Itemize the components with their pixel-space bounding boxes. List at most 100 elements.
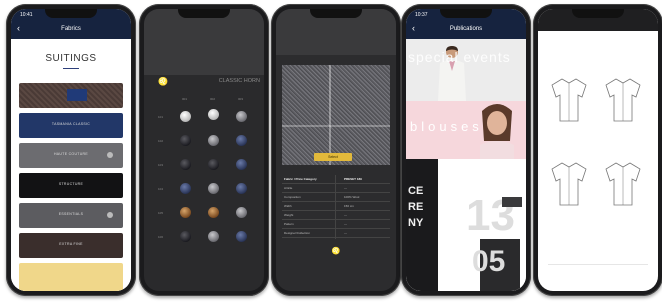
table-cell: Pattern [284, 222, 294, 226]
magazine-cover: CE RE NY [406, 159, 438, 291]
fabric-item[interactable]: ESSENTIALS [19, 203, 123, 228]
button-swatch[interactable] [236, 207, 247, 218]
table-row: Fabric / Price Category PRESET 189 [282, 175, 390, 184]
table-cell: — [344, 222, 347, 226]
phone-screen: ♌ CLASSIC HORN 001 002 003 101 102 103 1… [144, 9, 264, 291]
shirt-sketch[interactable] [604, 75, 642, 125]
fabric-spec-table: Fabric / Price Category PRESET 189 Articl… [282, 175, 390, 238]
fabric-item[interactable]: HAUTE COUTURE [19, 143, 123, 168]
fabric-item[interactable]: EXTRA FINE [19, 233, 123, 258]
button-swatch[interactable] [236, 135, 247, 146]
fabric-list: SUITINGS TASMANIA CLASSIC HAUTE COUTURE … [11, 39, 131, 291]
fabric-label: STRUCTURE [58, 182, 84, 186]
phone-publications: ‹ Publications 10:37 special events blou… [401, 4, 531, 296]
table-cell: — [344, 186, 347, 190]
notch [440, 9, 492, 18]
brand-underline [63, 68, 79, 69]
fabric-sample-tile[interactable] [19, 83, 123, 108]
phone-screen: ‹ Fabrics 10:41 SUITINGS TASMANIA CLASSI… [11, 9, 131, 291]
overlay-text: blouses [410, 119, 483, 134]
button-swatch[interactable] [208, 231, 219, 242]
brand-logo: SUITINGS [45, 53, 97, 64]
table-cell: Width [284, 204, 292, 208]
badge-icon [107, 212, 113, 218]
header-area [144, 9, 264, 75]
shirt-sketch[interactable] [550, 75, 588, 125]
brand-logo-icon: ♌ [158, 77, 168, 86]
page-title: Fabrics [61, 26, 81, 32]
row-label: 101 [158, 115, 164, 119]
brand-logo-icon: ♌ [331, 248, 341, 255]
phone-fabric-detail: Select Fabric / Price Category PRESET 189… [271, 4, 401, 296]
magazine-headline: NY [408, 217, 424, 229]
shirt-sketch[interactable] [550, 159, 588, 209]
table-row: Composition 100% Wool [282, 193, 390, 202]
notch [45, 9, 97, 18]
table-row: Pattern — [282, 220, 390, 229]
overlay-text: special events [408, 49, 511, 65]
row-label: 104 [158, 187, 164, 191]
button-swatch[interactable] [236, 159, 247, 170]
select-button[interactable]: Select [314, 153, 352, 161]
button-swatch[interactable] [180, 207, 191, 218]
table-cell: 150 cm [344, 204, 354, 208]
fabric-label: TASMANIA CLASSIC [51, 122, 91, 126]
button-swatch[interactable] [236, 231, 247, 242]
fabric-label: EXTRA FINE [59, 242, 83, 246]
magazine-headline: RE [408, 201, 424, 213]
phone-sketches [533, 4, 662, 296]
status-time: 10:37 [415, 12, 428, 18]
notch [310, 9, 362, 18]
row-label: 105 [158, 211, 164, 215]
fabric-item-highlight[interactable] [19, 263, 123, 291]
issue-badge [502, 197, 522, 207]
button-swatch[interactable] [236, 111, 247, 122]
button-swatch[interactable] [208, 159, 219, 170]
table-cell: — [344, 213, 347, 217]
table-cell: Weight [284, 213, 294, 217]
column-label: 001 [182, 97, 188, 101]
phone-screen: ‹ Publications 10:37 special events blou… [406, 9, 526, 291]
phone-fabrics: ‹ Fabrics 10:41 SUITINGS TASMANIA CLASSI… [6, 4, 136, 296]
phone-screen [538, 9, 658, 291]
table-divider [335, 175, 336, 239]
button-swatch[interactable] [180, 135, 191, 146]
table-cell: 100% Wool [344, 195, 360, 199]
row-label: 106 [158, 235, 164, 239]
table-row: Designer/Collection — [282, 229, 390, 238]
table-cell: Fabric / Price Category [284, 177, 317, 181]
fabric-item[interactable]: TASMANIA CLASSIC [19, 113, 123, 138]
notch [572, 9, 624, 18]
table-cell: Article [284, 186, 293, 190]
page-title: Publications [449, 26, 483, 32]
button-swatch[interactable] [180, 111, 191, 122]
button-swatch[interactable] [208, 207, 219, 218]
table-cell: Designer/Collection [284, 231, 311, 235]
button-swatch[interactable] [208, 135, 219, 146]
button-swatch[interactable] [208, 183, 219, 194]
label-tag [67, 89, 87, 101]
column-label: 002 [210, 97, 216, 101]
phone-buttons: ♌ CLASSIC HORN 001 002 003 101 102 103 1… [139, 4, 269, 296]
button-swatch[interactable] [236, 183, 247, 194]
table-cell: Composition [284, 195, 301, 199]
badge-icon [107, 152, 113, 158]
status-time: 10:41 [20, 12, 33, 18]
app-showcase: ‹ Fabrics 10:41 SUITINGS TASMANIA CLASSI… [0, 0, 662, 304]
issue-number-secondary: 05 [472, 245, 506, 278]
table-cell: PRESET 189 [344, 177, 362, 181]
column-label: 003 [238, 97, 244, 101]
phone-screen: Select Fabric / Price Category PRESET 189… [276, 9, 396, 291]
divider [548, 264, 648, 265]
collection-title: CLASSIC HORN [218, 78, 260, 84]
fabric-item[interactable]: STRUCTURE [19, 173, 123, 198]
row-label: 103 [158, 163, 164, 167]
button-swatch[interactable] [180, 231, 191, 242]
shirt-sketch[interactable] [604, 159, 642, 209]
button-swatch[interactable] [208, 109, 219, 120]
table-cell: — [344, 231, 347, 235]
table-row: Article — [282, 184, 390, 193]
button-swatch[interactable] [180, 183, 191, 194]
button-swatch[interactable] [180, 159, 191, 170]
row-label: 102 [158, 139, 164, 143]
